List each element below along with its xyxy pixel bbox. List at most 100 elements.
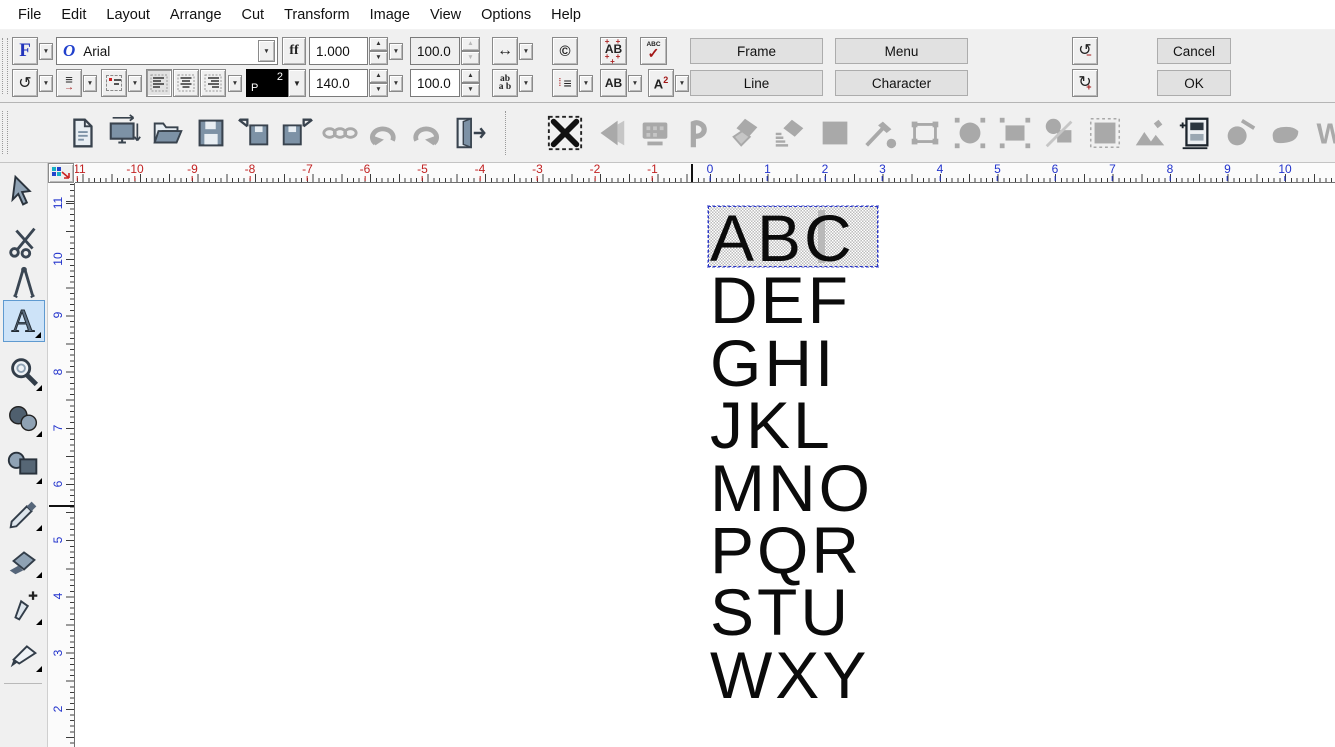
rotate-text-button[interactable]: ↺ <box>12 69 38 97</box>
menu-layout[interactable]: Layout <box>96 2 160 28</box>
toolbar-drag-handle[interactable] <box>2 111 8 154</box>
line-width-field[interactable]: 100.0 <box>410 69 460 97</box>
font-style-dropdown[interactable]: ▼ <box>39 43 53 60</box>
menu-transform[interactable]: Transform <box>274 2 360 28</box>
menu-help[interactable]: Help <box>541 2 591 28</box>
spin-down-icon[interactable]: ▼ <box>369 51 388 65</box>
line-spacing-dropdown[interactable]: ▼ <box>579 75 593 92</box>
font-size-field[interactable]: 140.0 <box>309 69 368 97</box>
pen-tool[interactable] <box>3 586 45 628</box>
font-family-combobox[interactable]: O Arial ▼ <box>56 37 278 65</box>
ruler-origin-button[interactable] <box>48 163 74 183</box>
text-line[interactable]: WXY <box>710 644 873 706</box>
cut-plot-icon[interactable] <box>545 113 585 153</box>
knife-tool[interactable] <box>3 633 45 675</box>
line-spacing-button[interactable]: ⁞≡ <box>552 69 578 97</box>
text-line-selected[interactable]: ABC <box>710 207 873 269</box>
new-document-icon[interactable] <box>62 113 102 153</box>
rotate-forward-button[interactable]: ↻+ <box>1072 69 1098 97</box>
text-tool[interactable]: A <box>3 300 45 342</box>
font-size-spinner[interactable]: ▲▼ <box>369 69 388 97</box>
char-spacing-dropdown[interactable]: ▼ <box>389 43 403 60</box>
exit-application-icon[interactable] <box>449 113 489 153</box>
menu-cut[interactable]: Cut <box>232 2 275 28</box>
font-size-dropdown[interactable]: ▼ <box>389 75 403 92</box>
menu-image[interactable]: Image <box>360 2 420 28</box>
paragraph-style-dropdown[interactable]: ▼ <box>288 69 306 97</box>
draw-freehand-icon <box>860 113 900 153</box>
char-spacing-spinner[interactable]: ▲▼ <box>369 37 388 65</box>
export-file-icon[interactable] <box>277 113 317 153</box>
menu-button[interactable]: Menu <box>835 38 968 64</box>
frame-button[interactable]: Frame <box>690 38 823 64</box>
text-line[interactable]: GHI <box>710 332 873 394</box>
rotate-text-dropdown[interactable]: ▼ <box>39 75 53 92</box>
line-button[interactable]: Line <box>690 70 823 96</box>
kerning-button[interactable]: + +AB+ + + <box>600 37 627 65</box>
text-object[interactable]: ABCDEFGHIJKLMNOPQRSTUWXY <box>710 207 873 706</box>
char-spacing-field[interactable]: 1.000 <box>309 37 368 65</box>
align-right-button[interactable] <box>200 69 226 97</box>
text-direction-dropdown[interactable]: ▼ <box>83 75 97 92</box>
superscript-button[interactable]: A2 <box>648 69 674 97</box>
menu-arrange[interactable]: Arrange <box>160 2 232 28</box>
text-line[interactable]: JKL <box>710 394 873 456</box>
menu-bar: FileEditLayoutArrangeCutTransformImageVi… <box>0 0 1335 30</box>
rotate-back-button[interactable]: ↺− <box>1072 37 1098 65</box>
menu-file[interactable]: File <box>8 2 51 28</box>
weed-objects-icon <box>635 113 675 153</box>
spellcheck-icon: ABC✓ <box>646 42 660 61</box>
svg-text:A: A <box>11 302 35 338</box>
drawing-canvas[interactable]: ABCDEFGHIJKLMNOPQRSTUWXY <box>75 183 1335 747</box>
ligatures-button[interactable]: ff <box>282 37 306 65</box>
fill-tool[interactable] <box>3 539 45 581</box>
select-tool[interactable] <box>3 172 45 214</box>
text-direction-button[interactable]: ≡→ <box>56 69 82 97</box>
text-width-button[interactable]: ↔ <box>492 37 518 65</box>
text-line[interactable]: PQR <box>710 519 873 581</box>
alignment-dropdown[interactable]: ▼ <box>228 75 242 92</box>
zoom-tool[interactable] <box>3 352 45 394</box>
copyright-button[interactable]: © <box>552 37 578 65</box>
marker-tool[interactable] <box>3 492 45 534</box>
menu-options[interactable]: Options <box>471 2 541 28</box>
letter-case-button[interactable]: aba b <box>492 69 518 97</box>
v-ruler-label: 9 <box>51 306 65 324</box>
weld-objects-icon: W <box>1310 113 1335 153</box>
superscript-dropdown[interactable]: ▼ <box>675 75 689 92</box>
letter-case-dropdown[interactable]: ▼ <box>519 75 533 92</box>
align-left-button[interactable] <box>146 69 172 97</box>
char-pair-button[interactable]: AB <box>600 69 627 97</box>
text-width-dropdown[interactable]: ▼ <box>519 43 533 60</box>
open-file-icon[interactable] <box>148 113 188 153</box>
save-file-icon[interactable] <box>191 113 231 153</box>
toolbar-drag-handle[interactable] <box>2 38 8 94</box>
menu-view[interactable]: View <box>420 2 471 28</box>
page-setup-icon[interactable] <box>105 113 145 153</box>
shapes-tool[interactable] <box>3 445 45 487</box>
object-properties-icon[interactable] <box>1175 113 1215 153</box>
frame-offset-dropdown[interactable]: ▼ <box>128 75 142 92</box>
align-right-icon <box>204 74 222 92</box>
frame-offset-button[interactable] <box>101 69 127 97</box>
ok-button[interactable]: OK <box>1157 70 1231 96</box>
character-button[interactable]: Character <box>835 70 968 96</box>
char-pair-dropdown[interactable]: ▼ <box>628 75 642 92</box>
scissors-tool[interactable] <box>3 220 45 262</box>
clone-tool[interactable] <box>3 398 45 440</box>
char-width-field: 100.0 <box>410 37 460 65</box>
menu-edit[interactable]: Edit <box>51 2 96 28</box>
text-line[interactable]: MNO <box>710 457 873 519</box>
font-family-dropdown-icon[interactable]: ▼ <box>258 40 275 62</box>
redo-icon <box>406 113 446 153</box>
spin-up-icon[interactable]: ▲ <box>369 37 388 51</box>
font-style-button[interactable]: F <box>12 37 38 65</box>
line-width-spinner[interactable]: ▲▼ <box>461 69 480 97</box>
align-center-button[interactable] <box>173 69 199 97</box>
compass-tool[interactable] <box>3 262 45 304</box>
text-line[interactable]: STU <box>710 581 873 643</box>
text-line[interactable]: DEF <box>710 269 873 331</box>
cancel-button[interactable]: Cancel <box>1157 38 1231 64</box>
import-file-icon[interactable] <box>234 113 274 153</box>
spellcheck-button[interactable]: ABC✓ <box>640 37 667 65</box>
